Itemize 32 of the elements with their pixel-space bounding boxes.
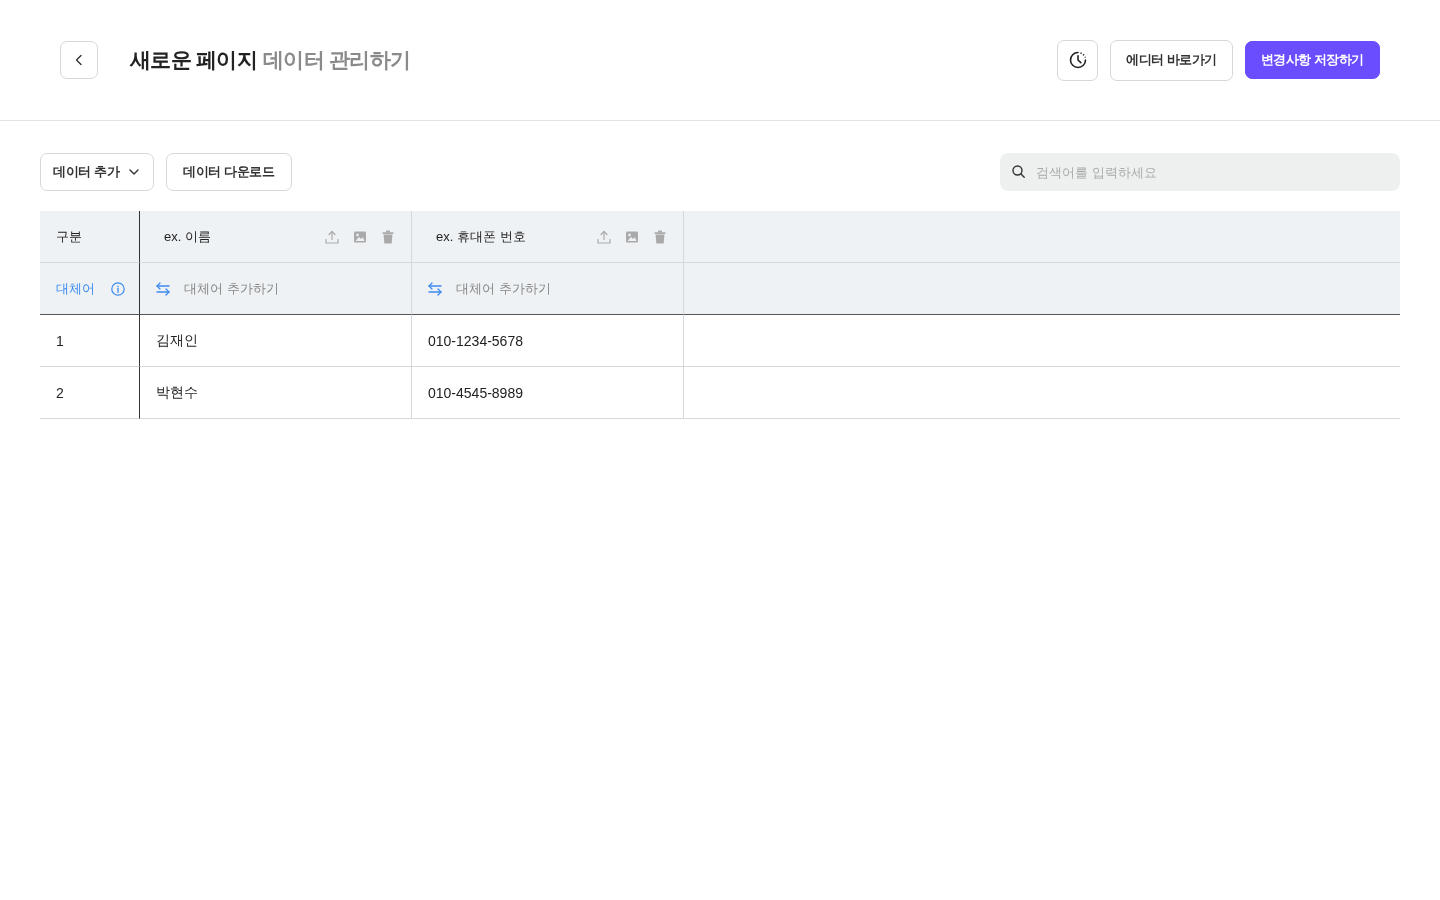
save-button[interactable]: 변경사항 저장하기 [1244, 41, 1380, 79]
back-button[interactable] [60, 41, 98, 79]
row-number-cell: 1 [40, 315, 140, 367]
column-header: ex. 이름 [164, 227, 212, 246]
download-button[interactable]: 데이터 다운로드 [166, 153, 292, 191]
clock-icon [1068, 51, 1087, 69]
table-cell: 박현수 [140, 367, 412, 419]
history-button[interactable] [1057, 39, 1099, 81]
trash-icon[interactable] [653, 229, 667, 244]
chevron-left-icon [73, 54, 85, 66]
image-icon[interactable] [353, 229, 367, 244]
column-header: ex. 휴대폰 번호 [436, 227, 527, 246]
table-cell: 010-1234-5678 [412, 315, 684, 367]
upload-icon[interactable] [325, 229, 339, 244]
table-cell: 010-4545-8989 [412, 367, 684, 419]
table-cell: 김재인 [140, 315, 412, 367]
synonym-label: 대체어 [56, 279, 95, 298]
row-number-cell: 2 [40, 367, 140, 419]
header-cell: 구분 [40, 211, 140, 263]
search-field[interactable]: 검색어를 입력하세요 [1000, 153, 1400, 191]
image-icon[interactable] [625, 229, 639, 244]
upload-icon[interactable] [597, 229, 611, 244]
trash-icon[interactable] [381, 229, 395, 244]
chevron-down-icon [129, 169, 140, 175]
info-icon[interactable] [111, 281, 125, 296]
page-title: 새로운 페이지 [130, 47, 257, 73]
swap-arrows-icon [428, 281, 442, 296]
search-icon [1012, 165, 1025, 178]
page-subtitle: 데이터 관리하기 [262, 47, 411, 73]
add-data-dropdown[interactable]: 데이터 추가 [40, 153, 155, 191]
editor-link-button[interactable]: 에디터 바로가기 [1110, 39, 1233, 81]
swap-arrows-icon [156, 281, 170, 296]
